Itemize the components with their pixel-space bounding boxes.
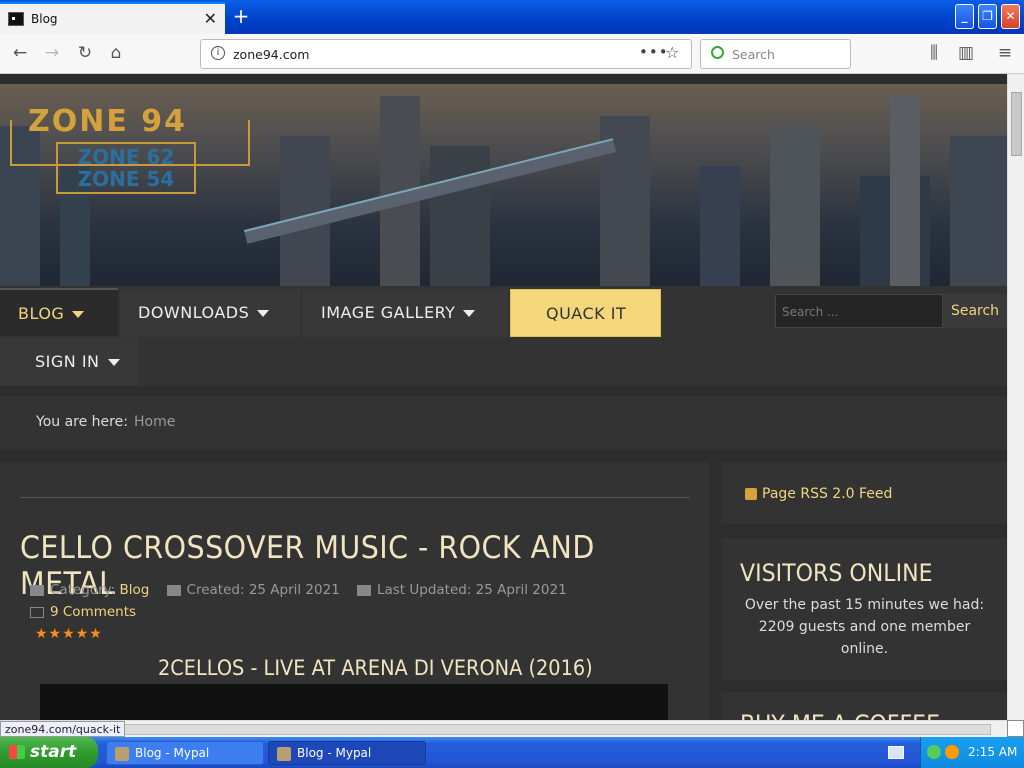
taskbar-item[interactable]: Blog - Mypal — [268, 741, 426, 765]
network-icon[interactable] — [927, 745, 941, 759]
visitors-module: VISITORS ONLINE Over the past 15 minutes… — [721, 538, 1007, 680]
horizontal-scrollbar[interactable] — [0, 720, 1007, 737]
taskbar-item[interactable]: Blog - Mypal — [106, 741, 264, 765]
start-label: start — [30, 742, 77, 762]
search-engine-icon — [711, 46, 724, 59]
dropdown-caret-icon — [107, 359, 120, 366]
folder-icon — [30, 584, 44, 596]
scroll-corner — [1007, 720, 1024, 737]
category-label: Category: — [50, 582, 116, 598]
minimize-button[interactable]: _ — [955, 4, 974, 29]
scroll-thumb[interactable] — [18, 724, 991, 735]
site-favicon-icon — [8, 12, 24, 26]
menu-label-blog: BLOG — [18, 304, 65, 323]
dropdown-caret-icon — [72, 311, 85, 318]
browser-search-box[interactable]: Search — [700, 39, 851, 69]
site-info-icon[interactable]: i — [211, 46, 225, 60]
taskbar: start Blog - Mypal Blog - Mypal 2:15 AM — [0, 737, 1024, 768]
rss-link[interactable]: Page RSS 2.0 Feed — [762, 486, 892, 502]
browser-icon — [277, 747, 291, 761]
url-text[interactable]: zone94.com — [233, 47, 309, 62]
new-tab-button[interactable]: + — [230, 4, 252, 28]
start-button[interactable]: start — [0, 737, 98, 768]
menu-item-image-gallery[interactable]: IMAGE GALLERY — [303, 289, 508, 337]
system-tray: 2:15 AM — [920, 737, 1024, 768]
rating-stars[interactable]: ★★★★★ — [35, 626, 103, 642]
created-date: Created: 25 April 2021 — [186, 582, 340, 598]
browser-tab-strip: Blog ✕ + _ ❐ ✕ — [0, 0, 1024, 34]
calendar-icon — [356, 584, 371, 596]
main-menu: BLOG DOWNLOADS IMAGE GALLERY QUACK IT SI… — [0, 286, 1007, 386]
bookmark-star-icon[interactable]: ☆ — [665, 43, 679, 62]
vertical-scrollbar[interactable] — [1007, 74, 1024, 720]
menu-hamburger-icon[interactable]: ≡ — [993, 42, 1017, 66]
comments-link[interactable]: 9 Comments — [30, 604, 136, 620]
breadcrumb-home[interactable]: Home — [134, 414, 175, 430]
web-page: ZONE 94 ZONE 62 ZONE 54 BLOG DOWNLOADS I… — [0, 74, 1007, 720]
divider — [20, 497, 690, 498]
back-arrow-icon[interactable]: ← — [8, 42, 32, 66]
menu-label-downloads: DOWNLOADS — [138, 303, 250, 322]
coffee-title: BUY ME A COFFEE — [740, 710, 940, 720]
library-icon[interactable]: ⫼ — [922, 42, 946, 66]
visitors-title: VISITORS ONLINE — [740, 559, 933, 587]
menu-label-sign-in: SIGN IN — [35, 352, 100, 371]
tab-title: Blog — [31, 12, 58, 26]
scroll-thumb[interactable] — [1011, 92, 1022, 156]
site-banner[interactable]: ZONE 94 ZONE 62 ZONE 54 — [0, 84, 1007, 286]
keyboard-icon[interactable] — [888, 746, 904, 759]
menu-label-gallery: IMAGE GALLERY — [321, 303, 456, 322]
status-url: zone94.com/quack-it — [0, 721, 126, 737]
restore-button[interactable]: ❐ — [978, 4, 997, 29]
menu-item-downloads[interactable]: DOWNLOADS — [120, 289, 300, 337]
logo-sub-line2: ZONE 54 — [77, 167, 175, 191]
window-close-button[interactable]: ✕ — [1001, 4, 1020, 29]
video-embed[interactable] — [40, 684, 668, 720]
home-icon[interactable]: ⌂ — [104, 42, 128, 66]
tab-blog[interactable]: Blog ✕ — [0, 2, 225, 34]
address-bar[interactable]: i zone94.com ••• ☆ — [200, 39, 692, 69]
article-meta: Category: Blog Created: 25 April 2021 La… — [30, 582, 567, 598]
taskbar-item-label: Blog - Mypal — [297, 746, 372, 760]
article: CELLO CROSSOVER MUSIC - ROCK AND METAL C… — [0, 462, 709, 720]
breadcrumb-label: You are here: — [36, 414, 128, 430]
menu-item-blog[interactable]: BLOG — [0, 288, 118, 336]
browser-icon — [115, 747, 129, 761]
article-subtitle: 2CELLOS - LIVE AT ARENA DI VERONA (2016) — [158, 656, 593, 680]
comment-icon — [30, 606, 44, 618]
category-link[interactable]: Blog — [120, 582, 150, 598]
clock[interactable]: 2:15 AM — [968, 745, 1017, 759]
site-logo-sub: ZONE 62 ZONE 54 — [56, 142, 196, 194]
windows-flag-icon — [9, 745, 25, 759]
rss-module: Page RSS 2.0 Feed — [721, 462, 1007, 524]
site-search-input[interactable]: Search ... — [775, 294, 943, 328]
breadcrumb: You are here: Home — [0, 396, 1007, 450]
calendar-icon — [166, 584, 181, 596]
close-tab-icon[interactable]: ✕ — [204, 9, 217, 28]
search-tray-icon[interactable] — [945, 745, 959, 759]
forward-arrow-icon[interactable]: → — [40, 42, 64, 66]
updated-date: Last Updated: 25 April 2021 — [376, 582, 567, 598]
menu-item-quack-it[interactable]: QUACK IT — [510, 289, 661, 337]
visitors-text: Over the past 15 minutes we had: 2209 gu… — [744, 597, 985, 657]
rss-icon — [745, 488, 757, 500]
browser-search-placeholder[interactable]: Search — [732, 47, 775, 62]
browser-toolbar: ← → ↻ ⌂ i zone94.com ••• ☆ Search ⫼ ▥ ≡ — [0, 34, 1024, 74]
dropdown-caret-icon — [257, 310, 270, 317]
reload-icon[interactable]: ↻ — [73, 42, 97, 66]
dropdown-caret-icon — [463, 310, 476, 317]
site-search-button[interactable]: Search — [943, 294, 1007, 328]
sidebar-toggle-icon[interactable]: ▥ — [954, 42, 978, 66]
comments-count[interactable]: 9 Comments — [50, 604, 136, 620]
menu-item-sign-in[interactable]: SIGN IN — [0, 338, 138, 386]
coffee-module: BUY ME A COFFEE — [721, 692, 1007, 720]
menu-label-quack: QUACK IT — [546, 304, 627, 323]
site-logo[interactable]: ZONE 94 — [28, 104, 187, 139]
logo-sub-line1: ZONE 62 — [77, 145, 175, 169]
taskbar-item-label: Blog - Mypal — [135, 746, 210, 760]
